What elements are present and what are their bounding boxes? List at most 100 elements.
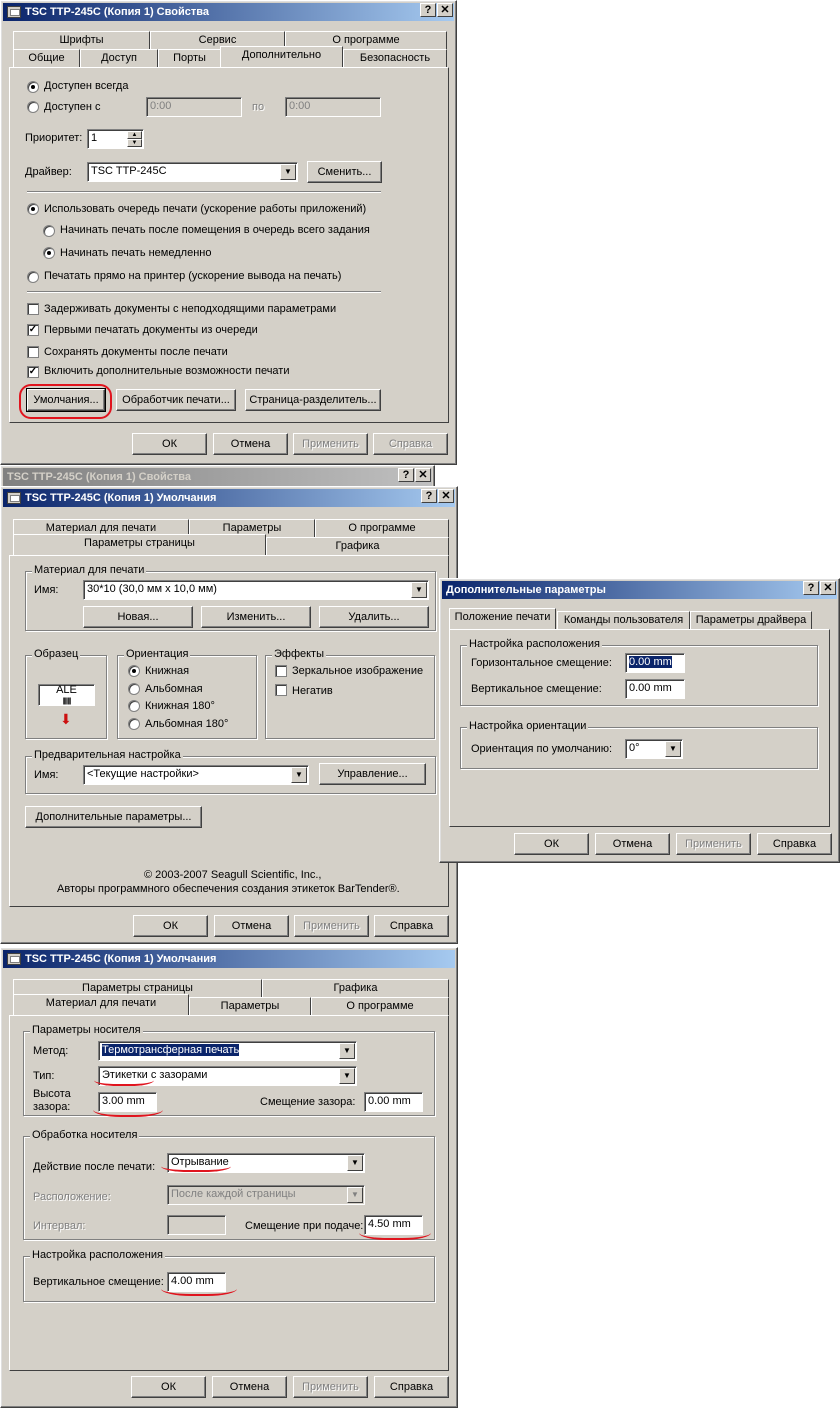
edit-button[interactable]: Изменить... — [201, 606, 311, 628]
close-title-button[interactable]: ✕ — [437, 3, 453, 17]
occurrence-select: После каждой страницы ▼ — [167, 1185, 365, 1205]
cancel-button[interactable]: Отмена — [214, 915, 289, 937]
orient-select[interactable]: 0° ▼ — [625, 739, 683, 759]
cancel-button[interactable]: Отмена — [595, 833, 670, 855]
priority-field[interactable]: 1 ▲ ▼ — [87, 129, 144, 149]
close-title-button[interactable]: ✕ — [820, 581, 836, 595]
negative-checkbox[interactable] — [275, 684, 287, 696]
advanced-options-window: Дополнительные параметры ? ✕ Положение п… — [439, 578, 840, 863]
gap-offset-field[interactable]: 0.00 mm — [364, 1092, 423, 1112]
ok-button[interactable]: ОК — [133, 915, 208, 937]
tab-about[interactable]: О программе — [311, 997, 449, 1016]
delete-button[interactable]: Удалить... — [319, 606, 429, 628]
media-name-select[interactable]: 30*10 (30,0 мм x 10,0 мм) ▼ — [83, 580, 429, 600]
tab-parameters[interactable]: Параметры — [189, 997, 311, 1016]
h-offset-label: Горизонтальное смещение: — [471, 657, 612, 669]
landscape180-radio[interactable] — [128, 718, 140, 730]
tab-fonts[interactable]: Шрифты — [13, 31, 150, 50]
help-title-button[interactable]: ? — [420, 3, 436, 17]
chevron-down-icon[interactable]: ▼ — [291, 767, 307, 783]
defaults-media-window: TSC TTP-245C (Копия 1) Умолчания Парамет… — [0, 947, 458, 1408]
spool-radio[interactable] — [27, 203, 39, 215]
h-offset-field[interactable]: 0.00 mm — [625, 653, 685, 673]
more-options-button[interactable]: Дополнительные параметры... — [25, 806, 202, 828]
tab-about[interactable]: О программе — [315, 519, 449, 538]
help-button[interactable]: Справка — [374, 1376, 449, 1398]
chevron-down-icon[interactable]: ▼ — [665, 741, 681, 757]
orient-label: Ориентация по умолчанию: — [471, 743, 612, 755]
change-driver-button[interactable]: Сменить... — [307, 161, 382, 183]
apply-button[interactable]: Применить — [676, 833, 751, 855]
tab-page-setup[interactable]: Параметры страницы — [13, 534, 266, 555]
advanced-checkbox[interactable]: ✓ — [27, 366, 39, 378]
tab-access[interactable]: Доступ — [80, 49, 158, 68]
help-title-button[interactable]: ? — [803, 581, 819, 595]
spool-immediate-radio[interactable] — [43, 247, 55, 259]
group-title: Параметры носителя — [30, 1024, 143, 1036]
cancel-button[interactable]: Отмена — [213, 433, 288, 455]
tab-general[interactable]: Общие — [13, 49, 80, 68]
tab-graphics[interactable]: Графика — [262, 979, 449, 998]
preset-select[interactable]: <Текущие настройки> ▼ — [83, 765, 309, 785]
portrait-radio[interactable] — [128, 665, 140, 677]
hold-checkbox[interactable] — [27, 303, 39, 315]
help-button[interactable]: Справка — [374, 915, 449, 937]
tab-graphics[interactable]: Графика — [266, 537, 449, 556]
tab-driver-params[interactable]: Параметры драйвера — [690, 611, 812, 630]
from-radio[interactable] — [27, 101, 39, 113]
print-processor-button[interactable]: Обработчик печати... — [116, 389, 236, 411]
always-radio[interactable] — [27, 81, 39, 93]
landscape-radio[interactable] — [128, 683, 140, 695]
spin-down-icon[interactable]: ▼ — [127, 139, 142, 147]
driver-select[interactable]: TSC TTP-245C ▼ — [87, 162, 298, 182]
spin-up-icon[interactable]: ▲ — [127, 131, 142, 139]
h-offset-value: 0.00 mm — [629, 656, 672, 668]
red-underline — [359, 1222, 431, 1240]
ok-button[interactable]: ОК — [514, 833, 589, 855]
apply-button[interactable]: Применить — [293, 1376, 368, 1398]
separator-page-button[interactable]: Страница-разделитель... — [245, 389, 381, 411]
v-offset-label: Вертикальное смещение: — [471, 683, 602, 695]
help-button[interactable]: Справка — [373, 433, 448, 455]
window-title: TSC TTP-245C (Копия 1) Умолчания — [25, 953, 217, 965]
portrait180-radio[interactable] — [128, 700, 140, 712]
tab-advanced[interactable]: Дополнительно — [220, 46, 343, 67]
chevron-down-icon[interactable]: ▼ — [347, 1155, 363, 1171]
advanced-label: Включить дополнительные возможности печа… — [44, 365, 290, 377]
apply-button[interactable]: Применить — [294, 915, 369, 937]
help-title-button[interactable]: ? — [398, 468, 414, 482]
tab-user-commands[interactable]: Команды пользователя — [557, 611, 690, 630]
method-select[interactable]: Термотрансферная печать ▼ — [98, 1041, 357, 1061]
spool-after-label: Начинать печать после помещения в очеред… — [60, 224, 370, 236]
direct-radio[interactable] — [27, 271, 39, 283]
spool-after-radio[interactable] — [43, 225, 55, 237]
tab-ports[interactable]: Порты — [158, 49, 221, 68]
manage-button[interactable]: Управление... — [319, 763, 426, 785]
window-title: TSC TTP-245C (Копия 1) Свойства — [25, 6, 209, 18]
chevron-down-icon[interactable]: ▼ — [339, 1068, 355, 1084]
chevron-down-icon[interactable]: ▼ — [280, 164, 296, 180]
new-button[interactable]: Новая... — [83, 606, 193, 628]
group-title: Ориентация — [124, 648, 191, 660]
mirror-checkbox[interactable] — [275, 665, 287, 677]
help-title-button[interactable]: ? — [421, 489, 437, 503]
tab-security[interactable]: Безопасность — [343, 49, 447, 68]
time-from-field: 0:00 — [146, 97, 242, 117]
cancel-button[interactable]: Отмена — [212, 1376, 287, 1398]
title-bar: TSC TTP-245C (Копия 1) Умолчания — [3, 489, 455, 507]
chevron-down-icon[interactable]: ▼ — [339, 1043, 355, 1059]
close-title-button[interactable]: ✕ — [415, 468, 431, 482]
first-checkbox[interactable]: ✓ — [27, 324, 39, 336]
v-offset-field[interactable]: 0.00 mm — [625, 679, 685, 699]
portrait180-label: Книжная 180° — [145, 700, 215, 712]
ok-button[interactable]: ОК — [131, 1376, 206, 1398]
tab-print-position[interactable]: Положение печати — [449, 608, 556, 629]
tab-media[interactable]: Материал для печати — [13, 994, 189, 1015]
chevron-down-icon[interactable]: ▼ — [411, 582, 427, 598]
apply-button[interactable]: Применить — [293, 433, 368, 455]
sample-text: ALE — [56, 684, 77, 696]
ok-button[interactable]: ОК — [132, 433, 207, 455]
close-title-button[interactable]: ✕ — [438, 489, 454, 503]
keep-checkbox[interactable] — [27, 346, 39, 358]
help-button[interactable]: Справка — [757, 833, 832, 855]
